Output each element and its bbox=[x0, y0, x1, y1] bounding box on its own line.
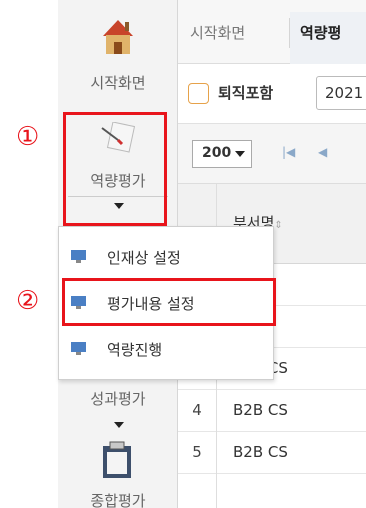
tab-bar: 시작화면 역량평 bbox=[178, 0, 366, 64]
filter-bar: 퇴직포함 2021 bbox=[178, 64, 366, 124]
sidebar-total-label[interactable]: 종합평가 bbox=[58, 490, 178, 508]
table-row[interactable]: 5 B2B CS bbox=[178, 432, 366, 474]
year-select[interactable]: 2021 bbox=[316, 76, 366, 110]
menu-item-competency-progress[interactable]: 역량진행 bbox=[59, 329, 275, 371]
sort-icon[interactable]: ⇕ bbox=[274, 220, 282, 231]
monitor-icon bbox=[71, 342, 86, 355]
tab-home[interactable]: 시작화면 bbox=[190, 22, 245, 43]
home-icon[interactable] bbox=[101, 18, 135, 56]
highlight-eval-content-item bbox=[62, 278, 276, 326]
retired-label: 퇴직포함 bbox=[218, 84, 274, 102]
pager-bar: 200 |◀ ◀ bbox=[178, 124, 366, 184]
monitor-icon bbox=[71, 250, 86, 263]
clipboard-icon[interactable] bbox=[100, 440, 134, 480]
sidebar-home-label[interactable]: 시작화면 bbox=[58, 72, 178, 93]
prev-page-icon[interactable]: ◀ bbox=[318, 145, 327, 159]
first-page-icon[interactable]: |◀ bbox=[282, 145, 295, 159]
table-row[interactable]: 4 B2B CS bbox=[178, 390, 366, 432]
step-marker-1: ① bbox=[16, 122, 40, 152]
chevron-down-icon bbox=[235, 151, 245, 157]
tab-competency-eval[interactable]: 역량평 bbox=[300, 22, 341, 43]
page-size-select[interactable]: 200 bbox=[192, 140, 252, 168]
retired-checkbox[interactable] bbox=[188, 83, 209, 104]
step-marker-2: ② bbox=[16, 286, 40, 316]
page-size-value: 200 bbox=[202, 145, 232, 161]
menu-item-talent-setting[interactable]: 인재상 설정 bbox=[59, 237, 275, 279]
tab-divider bbox=[289, 18, 290, 48]
perf-expand-arrow-icon[interactable] bbox=[114, 422, 124, 428]
highlight-eval-menu bbox=[63, 112, 167, 226]
sidebar-perf-label[interactable]: 성과평가 bbox=[58, 388, 178, 409]
